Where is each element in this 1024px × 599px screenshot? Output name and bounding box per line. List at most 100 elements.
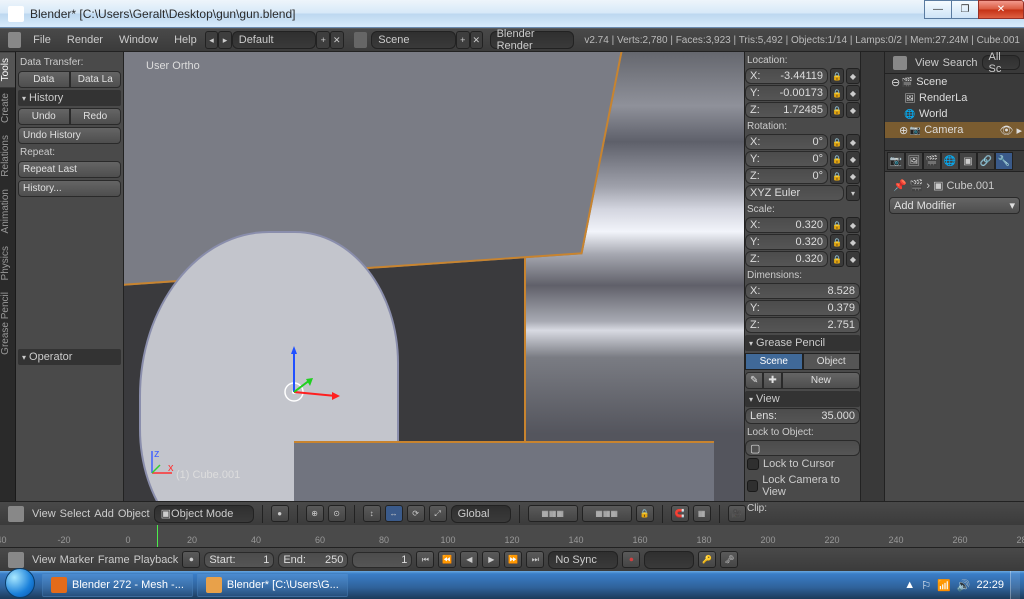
undo-history-button[interactable]: Undo History xyxy=(18,127,121,144)
lock-icon[interactable]: 🔒 xyxy=(830,85,844,101)
layout-select[interactable]: Default xyxy=(232,31,317,49)
tab-animation[interactable]: Animation xyxy=(0,183,15,239)
play-reverse-icon[interactable]: ◀ xyxy=(460,551,478,568)
timeline-ruler[interactable]: -40-200204060801001201401601802002202402… xyxy=(0,525,1024,547)
menu-render[interactable]: Render xyxy=(59,34,111,46)
menu-help[interactable]: Help xyxy=(166,34,205,46)
history-menu-button[interactable]: History... xyxy=(18,180,121,197)
scale-manip[interactable]: ⤢ xyxy=(429,505,447,522)
lens-field[interactable]: Lens:35.000 xyxy=(745,408,860,424)
keyframe-icon[interactable]: ◆ xyxy=(846,234,860,250)
end-frame-field[interactable]: End:250 xyxy=(278,552,348,568)
restore-button[interactable]: ❐ xyxy=(951,0,979,19)
render-preview-icon[interactable]: 🎥 xyxy=(728,505,746,522)
tree-item-world[interactable]: 🌐World xyxy=(885,106,1024,122)
shading-sphere-icon[interactable]: ● xyxy=(271,505,289,522)
scene-select[interactable]: Scene xyxy=(371,31,456,49)
sync-select[interactable]: No Sync xyxy=(548,551,618,569)
gp-add-button[interactable]: ✚ xyxy=(763,372,781,389)
history-header[interactable]: History xyxy=(18,90,121,106)
add-scene-button[interactable]: + xyxy=(456,31,470,49)
taskbar-item-blender[interactable]: Blender* [C:\Users\G... xyxy=(197,573,348,597)
rot-z-field[interactable]: Z:0° xyxy=(745,168,828,184)
tab-scene-icon[interactable]: 🎬 xyxy=(923,152,941,170)
view3d-object-menu[interactable]: Object xyxy=(118,508,150,520)
keyframe-icon[interactable]: ◆ xyxy=(846,217,860,233)
view3d-view-menu[interactable]: View xyxy=(32,508,56,520)
gp-icon-button[interactable]: ✎ xyxy=(745,372,763,389)
engine-select[interactable]: Blender Render xyxy=(490,31,575,49)
forward-button[interactable]: ▸ xyxy=(218,31,232,49)
repeat-last-button[interactable]: Repeat Last xyxy=(18,161,121,178)
remove-layout-button[interactable]: ✕ xyxy=(330,31,344,49)
tab-physics[interactable]: Physics xyxy=(0,240,15,286)
manipulator-toggle[interactable]: ↕ xyxy=(363,505,381,522)
menu-window[interactable]: Window xyxy=(111,34,166,46)
clock[interactable]: 22:29 xyxy=(976,579,1004,591)
timeline-frame-menu[interactable]: Frame xyxy=(98,554,130,566)
taskbar-item-firefox[interactable]: Blender 272 - Mesh -... xyxy=(42,573,193,597)
play-icon[interactable]: ▶ xyxy=(482,551,500,568)
keyframe-icon[interactable]: ◆ xyxy=(846,68,860,84)
outliner-tree[interactable]: ⊖🎬Scene 🖼RenderLa 🌐World ⊕📷Camera👁 ▸ xyxy=(885,74,1024,150)
add-layout-button[interactable]: + xyxy=(316,31,330,49)
lock-camera-check[interactable]: Lock Camera to View xyxy=(745,472,860,500)
outliner-icon[interactable] xyxy=(893,56,907,70)
dim-y-field[interactable]: Y:0.379 xyxy=(745,300,860,316)
keyframe-icon[interactable]: ◆ xyxy=(846,102,860,118)
pivot-median-icon[interactable]: ⊙ xyxy=(328,505,346,522)
loc-x-field[interactable]: X:-3.44119 xyxy=(745,68,828,84)
lock-cursor-check[interactable]: Lock to Cursor xyxy=(745,456,860,472)
show-desktop-button[interactable] xyxy=(1010,571,1020,599)
gp-scene-button[interactable]: Scene xyxy=(745,353,803,370)
tab-constraints-icon[interactable]: 🔗 xyxy=(977,152,995,170)
key-delete-icon[interactable]: 🗝 xyxy=(720,551,738,568)
minimize-button[interactable]: ― xyxy=(924,0,952,19)
start-frame-field[interactable]: Start:1 xyxy=(204,552,274,568)
lock-icon[interactable]: 🔒 xyxy=(830,68,844,84)
snap-magnet-icon[interactable]: 🧲 xyxy=(671,505,689,522)
lock-icon[interactable]: 🔒 xyxy=(830,251,844,267)
lock-layers-icon[interactable]: 🔒 xyxy=(636,505,654,522)
view-panel-header[interactable]: View xyxy=(745,391,860,407)
tray-volume-icon[interactable]: 🔊 xyxy=(957,579,971,592)
scale-x-field[interactable]: X:0.320 xyxy=(745,217,828,233)
tab-object-icon[interactable]: ▣ xyxy=(959,152,977,170)
menu-file[interactable]: File xyxy=(25,34,59,46)
rot-y-field[interactable]: Y:0° xyxy=(745,151,828,167)
keyframe-icon[interactable]: ◆ xyxy=(846,151,860,167)
snap-type-icon[interactable]: ▦ xyxy=(693,505,711,522)
lock-icon[interactable]: 🔒 xyxy=(830,217,844,233)
tray-arrow-icon[interactable]: ▲ xyxy=(904,579,915,591)
tab-renderlayers-icon[interactable]: 🖼 xyxy=(905,152,923,170)
operator-header[interactable]: Operator xyxy=(18,349,121,365)
lock-icon[interactable]: 🔒 xyxy=(830,134,844,150)
tray-flag-icon[interactable]: ⚐ xyxy=(921,579,931,592)
outliner-view-menu[interactable]: View xyxy=(915,57,939,69)
tab-grease-pencil[interactable]: Grease Pencil xyxy=(0,286,15,361)
tree-item-scene[interactable]: ⊖🎬Scene xyxy=(885,74,1024,90)
view3d-select-menu[interactable]: Select xyxy=(60,508,91,520)
orientation-select[interactable]: Global xyxy=(451,505,511,523)
timeline-view-menu[interactable]: View xyxy=(32,554,56,566)
dim-x-field[interactable]: X:8.528 xyxy=(745,283,860,299)
mode-select[interactable]: ▣ Object Mode xyxy=(154,505,254,523)
tab-relations[interactable]: Relations xyxy=(0,129,15,183)
tab-tools[interactable]: Tools xyxy=(0,52,15,87)
tab-render-icon[interactable]: 📷 xyxy=(887,152,905,170)
scale-z-field[interactable]: Z:0.320 xyxy=(745,251,828,267)
range-toggle[interactable]: ⏺ xyxy=(182,551,200,568)
redo-button[interactable]: Redo xyxy=(70,108,122,125)
jump-end-icon[interactable]: ⏭ xyxy=(526,551,544,568)
close-button[interactable]: ✕ xyxy=(978,0,1024,19)
translate-manip[interactable]: ↔ xyxy=(385,505,403,522)
keyframe-icon[interactable]: ◆ xyxy=(846,168,860,184)
keyframe-next-icon[interactable]: ⏩ xyxy=(504,551,522,568)
lock-object-field[interactable]: ▢ xyxy=(745,440,860,456)
timeline-editor-icon[interactable] xyxy=(8,552,24,568)
key-insert-icon[interactable]: 🔑 xyxy=(698,551,716,568)
tree-item-camera[interactable]: ⊕📷Camera👁 ▸ xyxy=(885,122,1024,138)
n-panel-scrollbar[interactable] xyxy=(860,52,884,501)
layers-grid[interactable]: ▦▦▦ xyxy=(528,505,578,522)
keyframe-icon[interactable]: ◆ xyxy=(846,85,860,101)
